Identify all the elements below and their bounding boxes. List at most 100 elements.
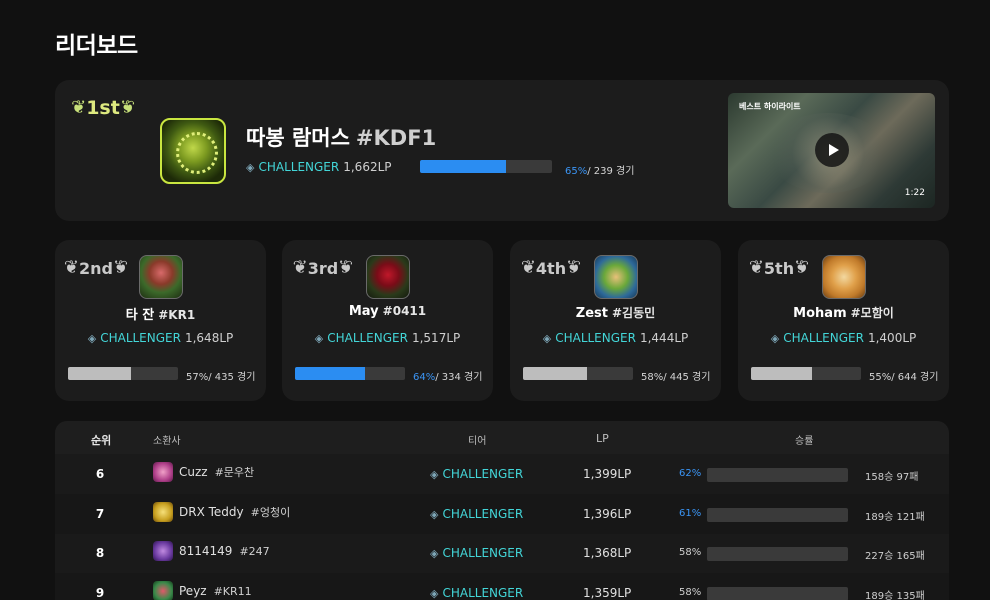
row-tier: ◈ CHALLENGER — [430, 586, 527, 600]
winrate-bar — [420, 160, 552, 173]
row-winrate-percent: 61% — [679, 508, 702, 519]
tier-name: CHALLENGER — [555, 331, 636, 345]
avatar[interactable] — [822, 255, 866, 299]
player-name[interactable]: Moham #모함이 — [738, 304, 949, 321]
games-count: / 644 경기 — [891, 372, 939, 383]
challenger-tier-icon: ◈ — [246, 160, 255, 174]
leaderboard-table: 순위 소환사 티어 LP 승률 6 Cuzz #문우찬 ◈ CHALLENGER 1… — [55, 421, 949, 600]
winrate-bar-fill — [523, 367, 587, 380]
row-winrate-percent: 62% — [679, 468, 702, 479]
winrate-percent: 58% — [641, 372, 664, 383]
row-summoner[interactable]: DRX Teddy #엉청이 — [153, 502, 290, 522]
winrate-stats: 65%/ 239 경기 — [565, 162, 634, 177]
runner-card-5th[interactable]: ❦ 5th ❦ Moham #모함이 ◈ CHALLENGER 1,400LP 55%/ … — [738, 240, 949, 401]
tier-info: ◈ CHALLENGER 1,400LP — [738, 331, 949, 345]
player-name-text: May — [348, 304, 379, 319]
row-record: 189승 121패 — [865, 512, 925, 523]
runner-card-2nd[interactable]: ❦ 2nd ❦ 타 잔 #KR1 ◈ CHALLENGER 1,648LP 57%/ 43… — [55, 240, 266, 401]
row-tier: ◈ CHALLENGER — [430, 507, 527, 521]
winrate-bar-fill — [68, 367, 131, 380]
laurel-right-icon: ❦ — [566, 257, 582, 278]
page-title: 리더보드 — [55, 33, 138, 59]
row-rank: 7 — [95, 507, 105, 521]
row-winrate-bar — [707, 547, 848, 561]
table-row[interactable]: 7 DRX Teddy #엉청이 ◈ CHALLENGER 1,396LP 61% … — [55, 494, 949, 534]
winrate-stats: 64%/ 334 경기 — [413, 368, 482, 383]
runner-card-4th[interactable]: ❦ 4th ❦ Zest #김동민 ◈ CHALLENGER 1,444LP 58%/ 4… — [510, 240, 721, 401]
row-rank: 6 — [95, 467, 105, 481]
lp-value: 1,400LP — [867, 331, 917, 345]
header-tier[interactable]: 티어 — [468, 432, 486, 447]
player-tag: #KR1 — [158, 308, 196, 322]
table-row[interactable]: 9 Peyz #KR11 ◈ CHALLENGER 1,359LP 58% 189승… — [55, 573, 949, 600]
avatar[interactable] — [139, 255, 183, 299]
row-record: 158승 97패 — [865, 472, 919, 483]
rank-badge: ❦ 3rd ❦ — [293, 255, 354, 281]
row-lp: 1,359LP — [583, 586, 632, 600]
row-summoner[interactable]: Peyz #KR11 — [153, 581, 252, 600]
player-name[interactable]: Zest #김동민 — [510, 304, 721, 321]
player-name[interactable]: May #0411 — [282, 304, 493, 319]
row-rank: 8 — [95, 546, 105, 560]
table-header: 순위 소환사 티어 LP 승률 — [55, 421, 949, 454]
row-summoner[interactable]: 8114149 #247 — [153, 541, 270, 561]
player-name[interactable]: 따봉 람머스 #KDF1 — [246, 122, 436, 152]
challenger-tier-icon: ◈ — [430, 507, 439, 521]
laurel-left-icon: ❦ — [520, 257, 536, 278]
play-button[interactable] — [815, 133, 849, 167]
summoner-name: 8114149 — [179, 544, 233, 558]
tier-name: CHALLENGER — [258, 160, 340, 174]
lp-value: 1,444LP — [639, 331, 689, 345]
header-rank[interactable]: 순위 — [91, 432, 111, 448]
winrate-percent: 57% — [186, 372, 209, 383]
avatar[interactable] — [160, 118, 226, 184]
lp-value: 1,648LP — [184, 331, 234, 345]
row-winrate-percent: 58% — [679, 587, 702, 598]
rank-label: 3rd — [307, 258, 339, 278]
player-tag: #0411 — [382, 304, 427, 318]
summoner-tag: #247 — [239, 544, 270, 558]
rank-label: 4th — [535, 258, 567, 278]
avatar — [153, 581, 173, 600]
laurel-right-icon: ❦ — [113, 257, 129, 278]
winrate-bar — [523, 367, 633, 380]
first-place-card[interactable]: ❦ 1st ❦ 따봉 람머스 #KDF1 ◈ CHALLENGER 1,662LP… — [55, 80, 949, 221]
summoner-tag: #엉청이 — [250, 506, 291, 519]
avatar — [153, 462, 173, 482]
row-record: 227승 165패 — [865, 551, 925, 562]
player-name[interactable]: 타 잔 #KR1 — [55, 304, 266, 323]
player-tag: #김동민 — [612, 306, 656, 320]
avatar — [153, 502, 173, 522]
lp-value: 1,517LP — [411, 331, 461, 345]
row-summoner[interactable]: Cuzz #문우찬 — [153, 462, 254, 482]
summoner-tag: #KR11 — [213, 584, 252, 598]
row-winrate-bar — [707, 468, 848, 482]
laurel-left-icon: ❦ — [71, 97, 87, 118]
winrate-stats: 57%/ 435 경기 — [186, 368, 255, 383]
games-count: / 445 경기 — [663, 372, 711, 383]
header-winrate[interactable]: 승률 — [795, 432, 813, 447]
tier-name: CHALLENGER — [442, 467, 524, 481]
rank-label: 2nd — [79, 258, 113, 278]
table-row[interactable]: 8 8114149 #247 ◈ CHALLENGER 1,368LP 58% 22… — [55, 533, 949, 573]
row-lp: 1,368LP — [583, 546, 632, 560]
rank-badge: ❦ 2nd ❦ — [64, 255, 129, 281]
row-record: 189승 135패 — [865, 591, 925, 600]
tier-info: ◈ CHALLENGER 1,648LP — [55, 331, 266, 345]
tier-name: CHALLENGER — [783, 331, 864, 345]
tier-name: CHALLENGER — [442, 586, 524, 600]
winrate-bar-fill — [420, 160, 506, 173]
header-summoner[interactable]: 소환사 — [153, 432, 181, 447]
highlight-video[interactable]: 베스트 하이라이트 1:22 — [728, 93, 935, 208]
runner-card-3rd[interactable]: ❦ 3rd ❦ May #0411 ◈ CHALLENGER 1,517LP 64%/ 3… — [282, 240, 493, 401]
winrate-stats: 58%/ 445 경기 — [641, 368, 710, 383]
avatar[interactable] — [594, 255, 638, 299]
avatar[interactable] — [366, 255, 410, 299]
laurel-right-icon: ❦ — [794, 257, 810, 278]
laurel-right-icon: ❦ — [338, 257, 354, 278]
challenger-tier-icon: ◈ — [430, 546, 439, 560]
table-row[interactable]: 6 Cuzz #문우찬 ◈ CHALLENGER 1,399LP 62% 158승 … — [55, 454, 949, 494]
challenger-tier-icon: ◈ — [430, 586, 439, 600]
winrate-percent: 64% — [413, 372, 436, 383]
header-lp[interactable]: LP — [596, 432, 609, 445]
